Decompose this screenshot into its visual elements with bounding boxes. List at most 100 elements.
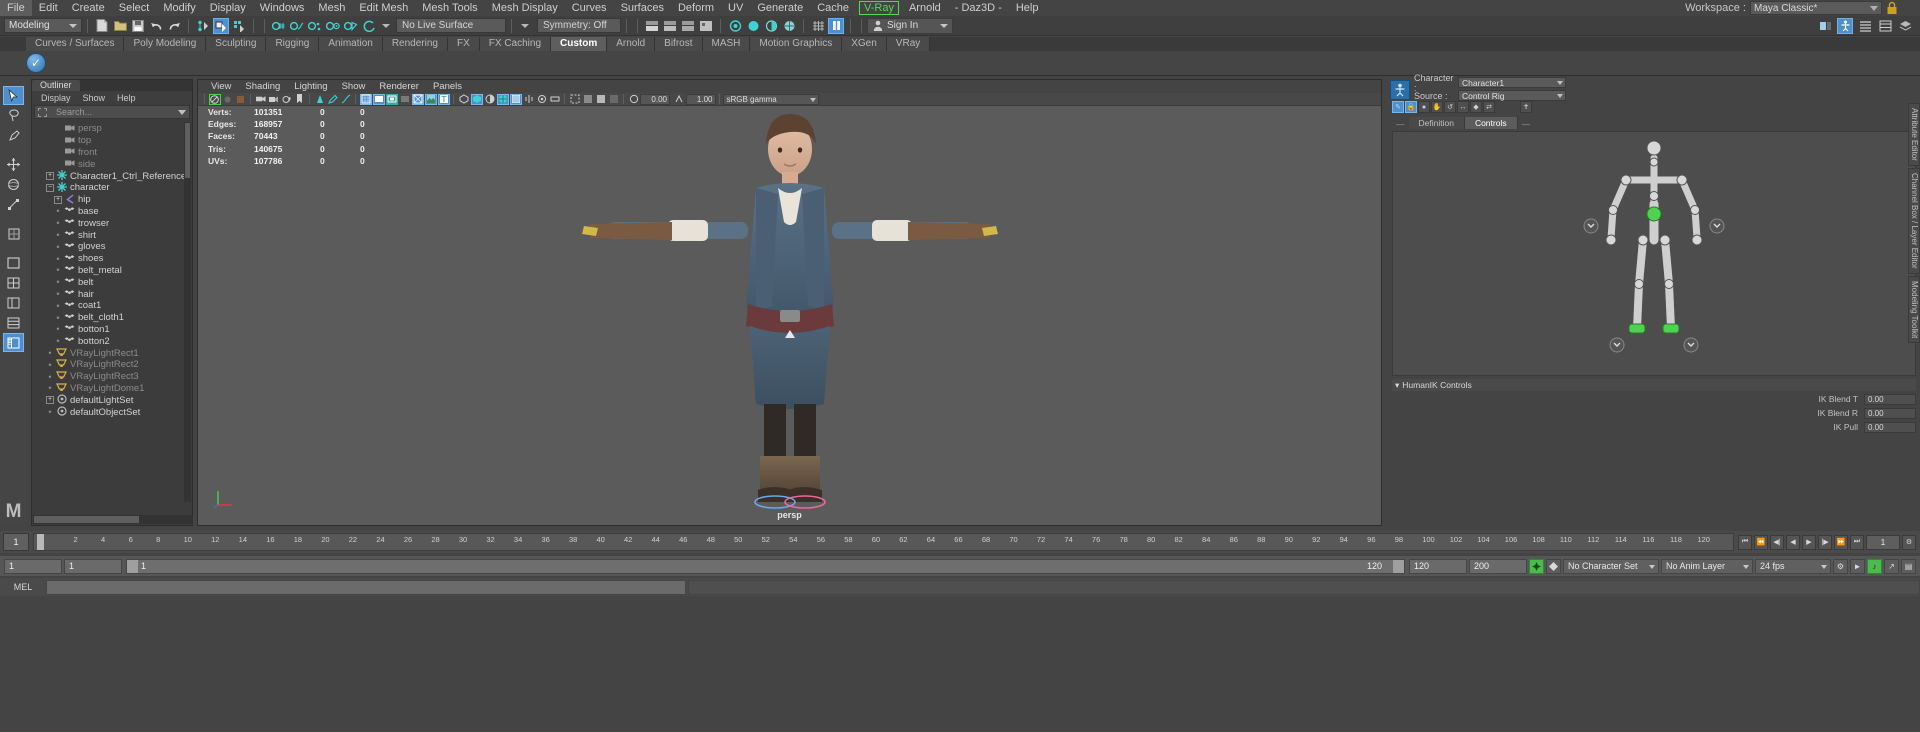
show-hide-channel-box-icon[interactable] bbox=[1877, 18, 1893, 34]
range-start-handle[interactable] bbox=[127, 559, 138, 573]
toggle-textures-icon[interactable] bbox=[781, 18, 797, 34]
paint-select-tool[interactable] bbox=[3, 126, 24, 145]
command-input-field[interactable] bbox=[46, 579, 686, 595]
time-editor-icon[interactable]: ▤ bbox=[1901, 558, 1916, 574]
ipr-render-icon[interactable] bbox=[680, 18, 696, 34]
go-to-end-icon[interactable]: ⏭ bbox=[1850, 534, 1864, 550]
menu-daz3d[interactable]: - Daz3D - bbox=[948, 0, 1009, 16]
menu-display[interactable]: Display bbox=[203, 0, 253, 16]
set-key-icon[interactable] bbox=[1546, 558, 1561, 574]
menu-mesh-tools[interactable]: Mesh Tools bbox=[415, 0, 484, 16]
go-to-start-icon[interactable]: ⏮ bbox=[1738, 534, 1752, 550]
nurbs-curve-icon[interactable] bbox=[340, 94, 352, 105]
new-scene-icon[interactable] bbox=[94, 18, 110, 34]
symmetry-field[interactable]: Symmetry: Off bbox=[537, 18, 621, 33]
humanik-skeleton-diagram[interactable] bbox=[1393, 132, 1915, 375]
menu-deform[interactable]: Deform bbox=[671, 0, 721, 16]
playback-start-field[interactable]: 1 bbox=[64, 558, 122, 574]
animation-preferences-icon[interactable]: ⚙ bbox=[1902, 534, 1916, 550]
scale-tool[interactable] bbox=[3, 195, 24, 214]
select-by-hierarchy-icon[interactable] bbox=[195, 18, 211, 34]
shelf-tab-curves-surfaces[interactable]: Curves / Surfaces bbox=[26, 37, 125, 51]
menu-select[interactable]: Select bbox=[112, 0, 157, 16]
toggle-grid-icon[interactable] bbox=[810, 18, 826, 34]
source-dropdown[interactable]: Control Rig bbox=[1458, 90, 1566, 101]
snap-to-view-plane-icon[interactable] bbox=[343, 18, 359, 34]
shelf-tab-bifrost[interactable]: Bifrost bbox=[655, 37, 703, 51]
live-surface-field[interactable]: No Live Surface bbox=[396, 18, 506, 33]
outliner-item-vraylightrect1[interactable]: • VRayLightRect1 bbox=[32, 347, 192, 359]
character-model[interactable] bbox=[580, 104, 1000, 514]
outliner-item-front[interactable]: front bbox=[32, 147, 192, 159]
outliner-item-vraylightrect3[interactable]: • VRayLightRect3 bbox=[32, 371, 192, 383]
humanik-controls-section-header[interactable]: ▾ HumanIK Controls bbox=[1392, 379, 1916, 391]
shelf-tab-animation[interactable]: Animation bbox=[319, 37, 383, 51]
menu-generate[interactable]: Generate bbox=[750, 0, 810, 16]
outliner-vertical-scrollbar[interactable] bbox=[184, 122, 191, 502]
menu-cache[interactable]: Cache bbox=[810, 0, 856, 16]
anim-layer-dropdown[interactable]: No Anim Layer bbox=[1661, 558, 1753, 574]
viewport-menu-lighting[interactable]: Lighting bbox=[287, 81, 334, 92]
range-slider[interactable]: 1 120 bbox=[126, 558, 1405, 574]
smooth-shade-selected-icon[interactable] bbox=[385, 93, 398, 105]
playback-options-icon[interactable]: ► bbox=[1850, 558, 1865, 574]
step-back-frame-icon[interactable]: ◀| bbox=[1770, 534, 1784, 550]
mirror-pose-icon[interactable]: ↔ bbox=[1457, 101, 1469, 113]
menu-uv[interactable]: UV bbox=[721, 0, 750, 16]
step-forward-key-icon[interactable]: ⏩ bbox=[1834, 534, 1848, 550]
viewport-menu-renderer[interactable]: Renderer bbox=[372, 81, 426, 92]
outliner-item-shoes[interactable]: • shoes bbox=[32, 253, 192, 265]
select-camera-icon[interactable] bbox=[208, 93, 221, 105]
range-end-handle[interactable] bbox=[1393, 559, 1404, 573]
vray-shelf-icon[interactable]: ✓ bbox=[26, 53, 46, 73]
animation-end-field[interactable]: 200 bbox=[1469, 558, 1527, 574]
outliner-item-hip[interactable]: + hip bbox=[32, 194, 192, 206]
view-transform-toggle-icon[interactable] bbox=[608, 94, 620, 105]
select-tool[interactable] bbox=[3, 86, 24, 105]
outliner-item-persp[interactable]: persp bbox=[32, 123, 192, 135]
viewport-menu-show[interactable]: Show bbox=[335, 81, 373, 92]
display-render-globals-icon[interactable] bbox=[644, 18, 660, 34]
expand-icon[interactable]: + bbox=[54, 195, 62, 204]
exposure-field[interactable]: 0.00 bbox=[640, 93, 670, 105]
outliner-item-coat1[interactable]: • coat1 bbox=[32, 300, 192, 312]
select-by-object-type-icon[interactable] bbox=[213, 17, 229, 34]
select-by-component-type-icon[interactable] bbox=[231, 18, 247, 34]
shelf-tab-arnold[interactable]: Arnold bbox=[607, 37, 656, 51]
shelf-tab-rendering[interactable]: Rendering bbox=[382, 37, 448, 51]
outliner-item-botton1[interactable]: • botton1 bbox=[32, 324, 192, 336]
display-textures-icon[interactable] bbox=[496, 93, 509, 105]
screen-space-ao-icon[interactable] bbox=[509, 93, 522, 105]
snap-to-point-icon[interactable] bbox=[307, 18, 323, 34]
tab-controls[interactable]: Controls bbox=[1464, 117, 1518, 129]
outliner-item-top[interactable]: top bbox=[32, 135, 192, 147]
time-slider-playhead[interactable] bbox=[37, 534, 44, 550]
playback-end-field[interactable]: 120 bbox=[1409, 558, 1467, 574]
outliner-item-shirt[interactable]: • shirt bbox=[32, 229, 192, 241]
tab-definition[interactable]: Definition bbox=[1408, 117, 1465, 129]
image-plane-icon[interactable] bbox=[314, 94, 326, 105]
camera-attributes-icon[interactable] bbox=[222, 94, 234, 105]
collapse-icon[interactable]: − bbox=[46, 183, 54, 192]
bookmark-icon[interactable] bbox=[294, 94, 306, 105]
shelf-tab-mash[interactable]: MASH bbox=[702, 37, 751, 51]
hypershade-layout[interactable] bbox=[3, 313, 24, 332]
outliner-item-base[interactable]: • base bbox=[32, 206, 192, 218]
reset-pose-icon[interactable]: ↺ bbox=[1444, 101, 1456, 113]
bake-icon[interactable]: ● bbox=[1418, 101, 1430, 113]
side-tab-attribute-editor[interactable]: Attribute Editor bbox=[1908, 103, 1920, 166]
show-hide-modeling-toolkit-icon[interactable] bbox=[1817, 18, 1833, 34]
lasso-select-tool[interactable] bbox=[3, 106, 24, 125]
pause-playback-icon[interactable] bbox=[828, 17, 844, 34]
gamma-stop-icon[interactable] bbox=[673, 94, 685, 105]
menu-mesh[interactable]: Mesh bbox=[311, 0, 352, 16]
shelf-tab-poly-modeling[interactable]: Poly Modeling bbox=[124, 37, 207, 51]
viewport-menu-view[interactable]: View bbox=[204, 81, 238, 92]
sign-in-button[interactable]: Sign In bbox=[867, 17, 953, 34]
outliner-item-defaultobjectset[interactable]: • defaultObjectSet bbox=[32, 406, 192, 418]
redo-icon[interactable] bbox=[166, 18, 182, 34]
show-hide-hik-icon[interactable] bbox=[1837, 17, 1853, 34]
viewport-gamma-toggle-icon[interactable] bbox=[582, 94, 594, 105]
lock-icon[interactable] bbox=[1886, 1, 1898, 15]
save-scene-icon[interactable] bbox=[130, 18, 146, 34]
